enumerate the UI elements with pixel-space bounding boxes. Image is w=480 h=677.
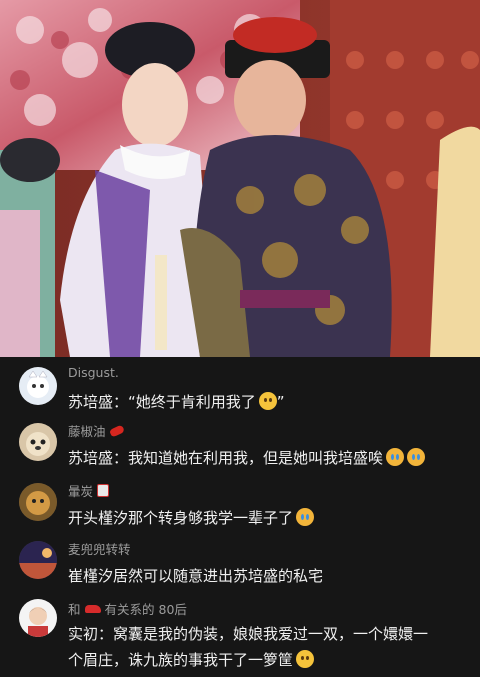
badge-icon (97, 484, 110, 497)
comment-text: 苏培盛：“她终于肯利用我了” (68, 392, 285, 411)
comment-list: Disgust. 苏培盛：“她终于肯利用我了” 藤椒油 苏培盛：我知道她在利用我… (0, 357, 480, 677)
comment-username[interactable]: Disgust. (68, 365, 119, 380)
video-frame[interactable] (0, 0, 480, 357)
avatar[interactable] (19, 483, 57, 521)
avatar[interactable] (19, 599, 57, 637)
comment-username[interactable]: 暈炭 (68, 481, 110, 500)
crying-face-icon (386, 448, 405, 466)
comment-text: 苏培盛：我知道她在利用我，但是她叫我培盛唉 (68, 445, 426, 471)
video-scene-image (0, 0, 480, 357)
chili-icon (108, 423, 125, 438)
comment-username[interactable]: 麦兜兜转转 (68, 539, 131, 558)
teary-face-icon (296, 508, 315, 526)
laughing-face-icon (296, 650, 315, 668)
comment-text: 崔槿汐居然可以随意进出苏培盛的私宅 (68, 567, 324, 585)
crying-face-icon (407, 448, 426, 466)
hug-face-icon (258, 392, 277, 410)
comment-username[interactable]: 藤椒油 (68, 421, 125, 440)
avatar[interactable] (19, 423, 57, 461)
comment-text: 开头槿汐那个转身够我学一辈子了 (68, 505, 315, 531)
comment-text-line2: 个眉庄，诛九族的事我干了一箩筐 (68, 647, 315, 673)
car-icon (84, 604, 101, 613)
comment-username[interactable]: 和 有关系的 80后 (68, 599, 187, 618)
comment-text: 实初：窝囊是我的伪装，娘娘我爱过一双，一个嬛嬛一 (68, 625, 429, 643)
avatar[interactable] (19, 541, 57, 579)
avatar[interactable] (19, 367, 57, 405)
